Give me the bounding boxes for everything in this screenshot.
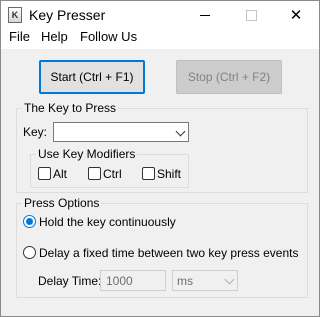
close-icon: ✕ [289,6,303,24]
alt-checkbox-label[interactable]: Alt [53,167,67,181]
key-label: Key: [23,125,48,139]
delay-time-input: 1000 [100,270,166,291]
key-modifiers-group-title: Use Key Modifiers [36,147,138,161]
delay-radio[interactable] [23,246,36,259]
hold-key-radio-label[interactable]: Hold the key continuously [39,215,176,229]
key-presser-window: K Key Presser ✕ File Help Follow Us Star… [0,0,320,317]
window-title: Key Presser [29,7,106,23]
delay-unit-value: ms [177,274,193,288]
alt-checkbox[interactable] [38,167,51,180]
delay-unit-select: ms [172,270,238,291]
chevron-down-icon [175,126,186,137]
radio-selected-dot [26,218,33,225]
stop-button: Stop (Ctrl + F2) [176,60,282,94]
minimize-icon [200,15,210,17]
menu-follow-us[interactable]: Follow Us [80,30,137,49]
chevron-down-icon [224,274,235,285]
maximize-icon [245,10,257,22]
maximize-button [228,1,274,30]
menu-help[interactable]: Help [41,30,68,49]
menu-bar: File Help Follow Us [1,30,319,49]
hold-key-radio[interactable] [23,215,36,228]
menu-file[interactable]: File [9,30,30,49]
close-button[interactable]: ✕ [273,1,319,30]
title-bar[interactable]: K Key Presser ✕ [1,1,319,30]
delay-time-value: 1000 [106,274,133,288]
press-options-group-title: Press Options [22,196,102,210]
ctrl-checkbox[interactable] [88,167,101,180]
shift-checkbox[interactable] [142,167,155,180]
shift-checkbox-label[interactable]: Shift [157,167,181,181]
minimize-button[interactable] [182,1,228,30]
app-icon: K [8,7,22,23]
delay-radio-label[interactable]: Delay a fixed time between two key press… [39,246,298,260]
ctrl-checkbox-label[interactable]: Ctrl [103,167,122,181]
delay-time-label: Delay Time: [38,274,102,288]
key-select[interactable] [53,122,189,142]
start-button[interactable]: Start (Ctrl + F1) [39,60,145,94]
key-to-press-group-title: The Key to Press [22,101,119,115]
